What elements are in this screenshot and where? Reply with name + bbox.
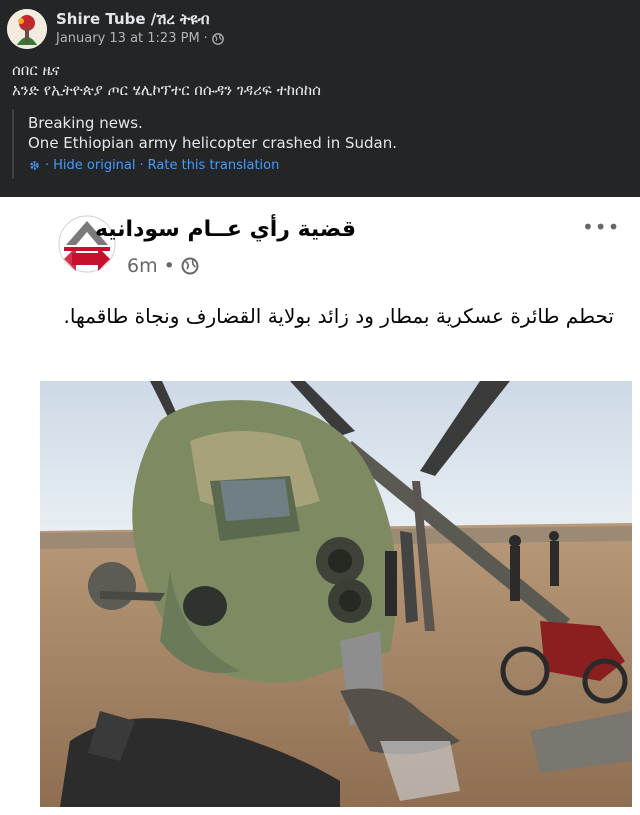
post-timestamp[interactable]: January 13 at 1:23 PM	[56, 31, 200, 46]
separator: •	[163, 255, 175, 277]
translation-line2: One Ethiopian army helicopter crashed in…	[28, 134, 397, 152]
post-text-line1: ሰበር ዜና	[12, 61, 60, 79]
original-post: Shire Tube /ሽረ ትዩብ January 13 at 1:23 PM…	[0, 0, 640, 197]
shared-post-meta: 6m •	[127, 255, 199, 277]
avatar[interactable]	[7, 9, 47, 49]
globe-icon	[181, 257, 199, 275]
shared-page-name[interactable]: قضية رأي عــام سودانيه	[95, 217, 356, 242]
separator: ·	[203, 31, 208, 46]
shared-post: قضية رأي عــام سودانيه ••• 6m • تحطم طائ…	[0, 197, 640, 815]
shared-post-text: تحطم طائرة عسكرية بمطار ود زائد بولاية ا…	[63, 304, 614, 328]
post-text-line2: አንድ የኢትዮጵያ ጦር ሄሊኮፕተር በሱዳን ገዳሪፍ ተከሰከሰ	[12, 81, 321, 99]
dot: ·	[139, 158, 144, 173]
translation-links: · Hide original · Rate this translation	[28, 158, 279, 173]
globe-icon	[211, 32, 224, 45]
translation-line1: Breaking news.	[28, 114, 143, 132]
dot: ·	[45, 158, 50, 173]
rate-translation-link[interactable]: Rate this translation	[148, 158, 280, 173]
shared-post-time[interactable]: 6m	[127, 255, 158, 277]
gear-icon	[28, 159, 41, 172]
hide-original-link[interactable]: Hide original	[53, 158, 135, 173]
page-name[interactable]: Shire Tube /ሽረ ትዩብ	[56, 10, 210, 28]
more-icon[interactable]: •••	[582, 215, 620, 239]
translation-block: Breaking news. One Ethiopian army helico…	[12, 109, 630, 179]
post-meta: January 13 at 1:23 PM ·	[56, 31, 224, 46]
helicopter-photo[interactable]	[40, 381, 632, 807]
